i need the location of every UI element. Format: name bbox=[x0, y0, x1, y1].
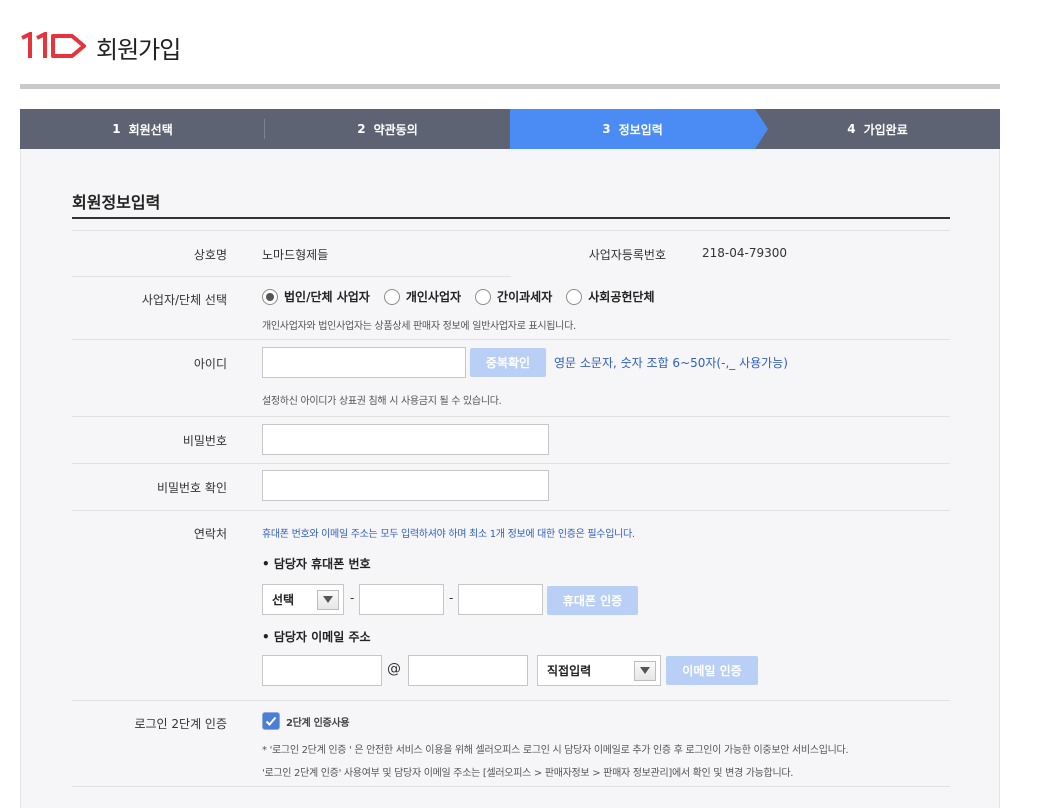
radio-simplified[interactable]: 간이과세자 bbox=[475, 288, 552, 305]
biz-type-label: 사업자/단체 선택 bbox=[141, 293, 227, 307]
signup-steps: 1 회원선택 2 약관동의 3 정보입력 4 가입완료 bbox=[20, 109, 1000, 149]
email-domain-input[interactable] bbox=[408, 655, 528, 686]
user-id-help: 설정하신 아이디가 상표권 침해 시 사용금지 될 수 있습니다. bbox=[262, 396, 502, 407]
biz-type-row: 사업자/단체 선택 법인/단체 사업자 개인사업자 간이과세자 사회공헌단체 개… bbox=[72, 277, 950, 340]
radio-button[interactable] bbox=[383, 288, 400, 305]
step-2: 2 약관동의 bbox=[357, 122, 418, 137]
password-confirm-label: 비밀번호 확인 bbox=[156, 481, 227, 495]
phone-prefix-value: 선택 bbox=[272, 593, 295, 607]
radio-button-selected[interactable] bbox=[262, 288, 278, 305]
radio-button[interactable] bbox=[566, 288, 583, 305]
biz-type-radio-group: 법인/단체 사업자 개인사업자 간이과세자 사회공헌단체 bbox=[262, 288, 655, 305]
step-label: 약관동의 bbox=[373, 122, 418, 137]
contact-notice: 휴대폰 번호와 이메일 주소는 모두 입력하셔야 하며 최소 1개 정보에 대한… bbox=[262, 529, 635, 540]
phone-dash: - bbox=[350, 591, 355, 605]
email-local-input[interactable] bbox=[262, 655, 382, 686]
user-id-rule: 영문 소문자, 숫자 조합 6~50자(-,_ 사용가능) bbox=[554, 356, 788, 370]
phone-section-title: • 담당자 휴대폰 번호 bbox=[262, 557, 371, 571]
password-label: 비밀번호 bbox=[182, 434, 227, 448]
company-name-label: 상호명 bbox=[193, 248, 227, 262]
email-domain-select[interactable]: 직접입력 bbox=[537, 655, 661, 686]
two-factor-note-1: * '로그인 2단계 인증 ' 은 안전한 서비스 이용을 위해 셀러오피스 로… bbox=[262, 745, 849, 756]
phone-prefix-select[interactable]: 선택 bbox=[262, 584, 344, 615]
phone-verify-button[interactable]: 휴대폰 인증 bbox=[547, 586, 638, 615]
radio-button[interactable] bbox=[475, 288, 492, 305]
company-row: 상호명 노마드형제들 사업자등록번호 218-04-79300 bbox=[72, 230, 950, 277]
step-label: 회원선택 bbox=[128, 122, 173, 137]
checkmark-icon bbox=[265, 716, 277, 726]
email-at-sign: @ bbox=[387, 661, 401, 677]
step-label: 정보입력 bbox=[618, 122, 663, 137]
step-4: 4 가입완료 bbox=[847, 122, 908, 137]
contact-label: 연락처 bbox=[193, 527, 227, 541]
email-domain-value: 직접입력 bbox=[547, 664, 592, 678]
password-row: 비밀번호 bbox=[72, 417, 950, 464]
section-divider bbox=[72, 217, 950, 219]
id-duplicate-check-button[interactable]: 중복확인 bbox=[470, 348, 546, 377]
radio-corporate[interactable]: 법인/단체 사업자 bbox=[262, 288, 370, 305]
header-divider bbox=[20, 84, 1000, 89]
biz-type-help: 개인사업자와 법인사업자는 상품상세 판매자 정보에 일반사업자로 표시됩니다. bbox=[262, 321, 576, 332]
two-factor-checkbox[interactable] bbox=[262, 712, 280, 730]
password-confirm-input[interactable] bbox=[262, 470, 549, 501]
password-confirm-row: 비밀번호 확인 bbox=[72, 464, 950, 511]
section-title: 회원정보입력 bbox=[72, 193, 161, 212]
step-label: 가입완료 bbox=[863, 122, 908, 137]
page-title: 회원가입 bbox=[96, 36, 181, 64]
user-id-label: 아이디 bbox=[193, 357, 227, 371]
chevron-down-icon[interactable] bbox=[317, 589, 339, 610]
company-name-value: 노마드형제들 bbox=[262, 248, 329, 262]
contact-row: 연락처 휴대폰 번호와 이메일 주소는 모두 입력하셔야 하며 최소 1개 정보… bbox=[72, 511, 950, 701]
radio-individual[interactable]: 개인사업자 bbox=[383, 288, 461, 305]
two-factor-checkbox-label: 2단계 인증사용 bbox=[286, 717, 350, 729]
biz-number-label: 사업자등록번호 bbox=[588, 248, 666, 262]
biz-number-value: 218-04-79300 bbox=[702, 246, 788, 260]
two-factor-note-2: '로그인 2단계 인증' 사용여부 및 담당자 이메일 주소는 [셀러오피스 >… bbox=[262, 768, 794, 779]
password-input[interactable] bbox=[262, 424, 549, 455]
email-section-title: • 담당자 이메일 주소 bbox=[262, 630, 371, 644]
radio-social[interactable]: 사회공헌단체 bbox=[566, 288, 655, 305]
user-id-row: 아이디 중복확인 영문 소문자, 숫자 조합 6~50자(-,_ 사용가능) 설… bbox=[72, 340, 950, 417]
phone-dash: - bbox=[449, 591, 454, 605]
step-3-active: 3 정보입력 bbox=[510, 109, 768, 149]
11st-logo bbox=[21, 32, 86, 58]
phone-middle-input[interactable] bbox=[359, 584, 444, 615]
chevron-down-icon[interactable] bbox=[634, 660, 656, 681]
two-factor-label: 로그인 2단계 인증 bbox=[134, 717, 227, 731]
user-id-input[interactable] bbox=[262, 347, 466, 378]
email-verify-button[interactable]: 이메일 인증 bbox=[666, 656, 758, 685]
step-1: 1 회원선택 bbox=[20, 109, 265, 149]
member-info-panel: 회원정보입력 상호명 노마드형제들 사업자등록번호 218-04-79300 사… bbox=[20, 149, 1000, 808]
phone-last-input[interactable] bbox=[458, 584, 543, 615]
two-factor-row: 로그인 2단계 인증 2단계 인증사용 * '로그인 2단계 인증 ' 은 안전… bbox=[72, 701, 950, 787]
